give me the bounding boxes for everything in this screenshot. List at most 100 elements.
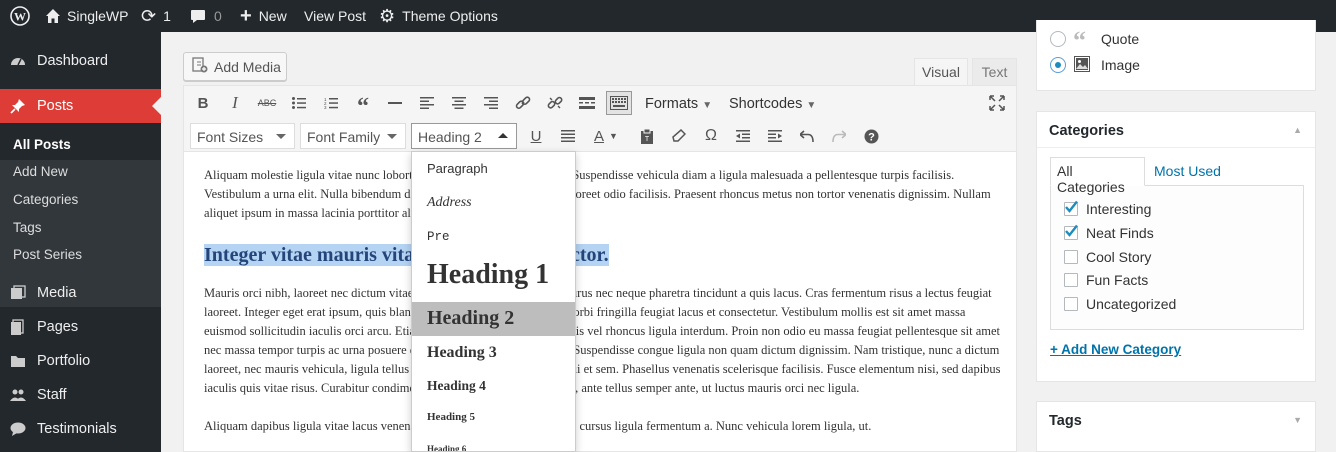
undo-icon[interactable]: [796, 125, 818, 147]
help-icon[interactable]: ?: [860, 125, 882, 147]
align-left-icon[interactable]: [416, 92, 438, 114]
italic-icon[interactable]: I: [224, 92, 246, 114]
home-icon: [45, 8, 61, 24]
format-option-heading-5[interactable]: Heading 5: [412, 411, 575, 423]
format-option-heading-6[interactable]: Heading 6: [412, 444, 575, 451]
tab-most-used-label: Most Used: [1154, 163, 1221, 179]
menu-staff-label: Staff: [37, 387, 67, 403]
caret-down-icon: ▼: [702, 100, 713, 111]
formats-dropdown[interactable]: Formats ▼: [645, 96, 712, 112]
outdent-icon[interactable]: [732, 125, 754, 147]
category-checkbox-neat-finds[interactable]: [1064, 224, 1078, 240]
collapse-arrow-icon[interactable]: ▲: [1293, 125, 1302, 135]
shortcodes-dropdown[interactable]: Shortcodes ▼: [729, 96, 816, 112]
text-color-icon[interactable]: A ▼: [589, 125, 623, 147]
format-image-radio[interactable]: [1050, 57, 1066, 73]
menu-portfolio[interactable]: Portfolio: [0, 344, 161, 378]
menu-posts[interactable]: Posts: [0, 89, 161, 123]
format-option-heading-3[interactable]: Heading 3: [412, 344, 575, 362]
view-post-link[interactable]: View Post: [304, 0, 366, 32]
align-right-icon[interactable]: [480, 92, 502, 114]
blockquote-icon[interactable]: “: [352, 92, 374, 120]
site-name-link[interactable]: SingleWP: [45, 0, 128, 32]
font-family-label: Font Family: [307, 129, 381, 145]
categories-box-header[interactable]: Categories ▲: [1037, 112, 1315, 148]
tab-most-used[interactable]: Most Used: [1154, 163, 1221, 179]
read-more-icon[interactable]: [576, 92, 598, 114]
svg-text:W: W: [14, 10, 26, 24]
underline-icon[interactable]: U: [525, 125, 547, 147]
toolbar-toggle-icon[interactable]: [606, 91, 632, 115]
format-quote-label: Quote: [1101, 31, 1140, 47]
menu-pages[interactable]: Pages: [0, 310, 161, 344]
theme-options-link[interactable]: ⚙ Theme Options: [379, 0, 498, 32]
special-character-icon[interactable]: Ω: [700, 125, 722, 147]
updates-link[interactable]: ⟳ 1: [141, 0, 171, 32]
tab-all-categories[interactable]: All Categories: [1050, 157, 1145, 195]
menu-testimonials[interactable]: Testimonials: [0, 412, 161, 446]
format-image-label: Image: [1101, 57, 1140, 73]
fullscreen-icon[interactable]: [986, 92, 1008, 114]
new-content-link[interactable]: + New: [240, 0, 287, 32]
eraser-icon[interactable]: [668, 125, 690, 147]
comments-link[interactable]: 0: [190, 0, 222, 32]
expand-arrow-icon[interactable]: ▼: [1293, 415, 1302, 425]
format-option-heading-4[interactable]: Heading 4: [412, 378, 575, 394]
format-option-address[interactable]: Address: [412, 195, 575, 211]
add-media-icon: [192, 57, 208, 76]
category-checkbox-uncategorized[interactable]: [1064, 297, 1078, 311]
font-sizes-label: Font Sizes: [197, 129, 264, 145]
menu-staff[interactable]: Staff: [0, 378, 161, 412]
link-icon[interactable]: [512, 92, 534, 114]
submenu-post-series[interactable]: Post Series: [13, 247, 82, 262]
indent-icon[interactable]: [764, 125, 786, 147]
category-checkbox-cool-story[interactable]: [1064, 250, 1078, 264]
bold-icon[interactable]: B: [192, 92, 214, 114]
paste-as-text-icon[interactable]: T: [636, 125, 658, 147]
selected-heading: Integer vitae mauris vitae tortor blandi…: [204, 242, 1004, 268]
block-format-label: Heading 2: [418, 129, 482, 145]
tab-all-categories-label: All Categories: [1057, 163, 1125, 195]
horizontal-line-icon[interactable]: [384, 92, 406, 114]
submenu-categories[interactable]: Categories: [13, 192, 78, 207]
font-sizes-select[interactable]: Font Sizes: [190, 123, 295, 149]
submenu-add-new[interactable]: Add New: [13, 164, 68, 179]
justify-icon[interactable]: [557, 125, 579, 147]
tags-box: Tags ▼: [1036, 401, 1316, 452]
font-family-select[interactable]: Font Family: [300, 123, 406, 149]
redo-icon[interactable]: [828, 125, 850, 147]
menu-dashboard[interactable]: Dashboard: [0, 44, 161, 78]
tab-visual[interactable]: Visual: [914, 58, 968, 85]
comments-count: 0: [214, 8, 222, 24]
tab-text[interactable]: Text: [972, 58, 1017, 85]
format-quote-radio[interactable]: [1050, 31, 1066, 47]
bullet-list-icon[interactable]: [288, 92, 310, 114]
strikethrough-icon[interactable]: ABC: [256, 92, 278, 114]
submenu-tags[interactable]: Tags: [13, 220, 42, 235]
image-icon: [1074, 56, 1090, 75]
gear-icon: ⚙: [379, 5, 396, 26]
format-option-heading-1[interactable]: Heading 1: [412, 259, 575, 291]
wordpress-logo-icon[interactable]: W: [10, 0, 30, 32]
category-checkbox-interesting[interactable]: [1064, 200, 1078, 216]
pages-icon: [10, 319, 26, 335]
tags-box-header[interactable]: Tags ▼: [1037, 402, 1315, 438]
add-new-category-link[interactable]: + Add New Category: [1050, 342, 1181, 357]
block-format-dropdown: Paragraph Address Pre Heading 1 Heading …: [411, 151, 576, 452]
category-checkbox-fun-facts[interactable]: [1064, 273, 1078, 287]
shortcodes-label: Shortcodes: [729, 96, 803, 112]
align-center-icon[interactable]: [448, 92, 470, 114]
menu-media[interactable]: Media: [0, 276, 161, 310]
submenu-all-posts[interactable]: All Posts: [13, 137, 71, 152]
editor-content[interactable]: Aliquam molestie ligula vitae nunc lobor…: [204, 166, 1004, 452]
formats-label: Formats: [645, 96, 699, 112]
format-option-pre[interactable]: Pre: [412, 230, 575, 244]
unlink-icon[interactable]: [544, 92, 566, 114]
admin-sidebar: Dashboard Posts All Posts Add New Catego…: [0, 32, 161, 452]
block-format-select[interactable]: Heading 2: [411, 123, 517, 149]
caret-down-icon: [387, 134, 397, 139]
numbered-list-icon[interactable]: 123: [320, 92, 342, 114]
format-option-paragraph[interactable]: Paragraph: [412, 161, 575, 176]
format-option-heading-2[interactable]: Heading 2: [412, 302, 575, 336]
add-media-button[interactable]: Add Media: [183, 52, 287, 81]
